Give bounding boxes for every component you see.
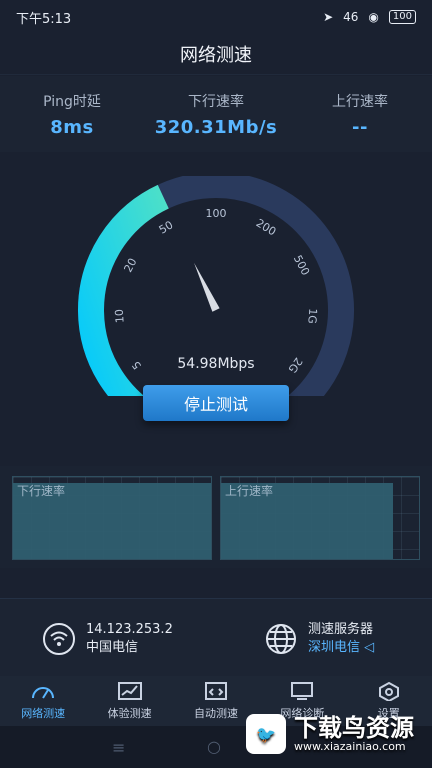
download-graph-label: 下行速率 (17, 484, 66, 498)
battery-indicator: 100 (388, 10, 416, 24)
nav-auto-test-label: 自动测速 (193, 707, 238, 720)
upload-label: 上行速率 (331, 93, 388, 110)
gauge-tick-label: 20 (121, 256, 139, 274)
gauge-tick-label: 10 (113, 309, 127, 324)
nav-experience-test[interactable]: 体验测速 (87, 681, 173, 721)
speed-graph-area: 下行速率 上行速率 (0, 466, 432, 568)
status-time: 下午5:13 (16, 11, 72, 27)
wifi-icon: ◉ (368, 10, 379, 24)
speed-gauge-icon (32, 687, 55, 699)
upload-value: -- (352, 116, 368, 138)
server-selector[interactable]: 测速服务器 深圳电信 ◁ (264, 621, 374, 657)
nav-speed-test-label: 网络测速 (21, 707, 66, 720)
connection-info: 14.123.253.2 中国电信 (42, 621, 173, 657)
wifi-icon (43, 623, 75, 655)
upload-graph-label: 上行速率 (225, 484, 274, 498)
upload-metric: 上行速率 -- (289, 91, 432, 138)
watermark-title: 下载鸟资源 (294, 713, 414, 742)
network-info-card: 14.123.253.2 中国电信 测速服务器 深圳电信 ◁ (0, 598, 432, 677)
settings-icon (378, 681, 399, 701)
isp-name: 中国电信 (86, 640, 139, 655)
location-icon: ➤ (323, 10, 334, 24)
ping-label: Ping时延 (43, 93, 101, 110)
download-label: 下行速率 (187, 93, 244, 110)
watermark-url: www.xiazainiao.com (294, 739, 406, 753)
gauge-tick-label: 200 (254, 216, 279, 238)
current-speed: 54.98Mbps (177, 356, 255, 372)
gauge-tick-label: 100 (206, 207, 227, 220)
nav-speed-test[interactable]: 网络测速 (0, 681, 86, 721)
ping-metric: Ping时延 8ms (1, 91, 144, 138)
code-icon (204, 682, 227, 700)
stop-test-button[interactable]: 停止测试 (143, 385, 289, 421)
download-metric: 下行速率 320.31Mb/s (145, 91, 288, 138)
server-location: 深圳电信 ◁ (308, 640, 375, 655)
ip-address: 14.123.253.2 (86, 622, 173, 637)
watermark: 🐦 下载鸟资源 www.xiazainiao.com (246, 714, 414, 754)
bird-logo-icon: 🐦 (246, 714, 286, 754)
chevron-left-icon: ◁ (364, 640, 375, 655)
page-title: 网络测速 (180, 45, 252, 66)
chart-icon (117, 682, 142, 700)
app-header: 网络测速 (0, 34, 432, 75)
gauge-tick-label: 50 (157, 218, 176, 236)
ping-value: 8ms (50, 116, 94, 138)
gauge-tick-label: 1G (305, 308, 319, 324)
status-icons: ➤ 46 ◉ 100 (323, 10, 416, 24)
nav-experience-test-label: 体验测速 (107, 707, 152, 720)
status-bar: 下午5:13 ➤ 46 ◉ 100 (0, 0, 432, 34)
gauge-needle (194, 262, 220, 312)
download-value: 320.31Mb/s (154, 116, 278, 138)
download-graph: 下行速率 (12, 476, 212, 560)
metrics-panel: Ping时延 8ms 下行速率 320.31Mb/s 上行速率 -- (0, 76, 432, 152)
home-icon[interactable]: ○ (207, 737, 221, 756)
server-label: 测速服务器 (308, 622, 374, 637)
network-indicator: 46 (343, 10, 359, 24)
gauge-tick-label: 500 (291, 253, 312, 278)
menu-icon[interactable]: ≡ (112, 738, 125, 757)
globe-icon (266, 624, 296, 654)
upload-graph: 上行速率 (220, 476, 420, 560)
monitor-icon (291, 682, 314, 700)
